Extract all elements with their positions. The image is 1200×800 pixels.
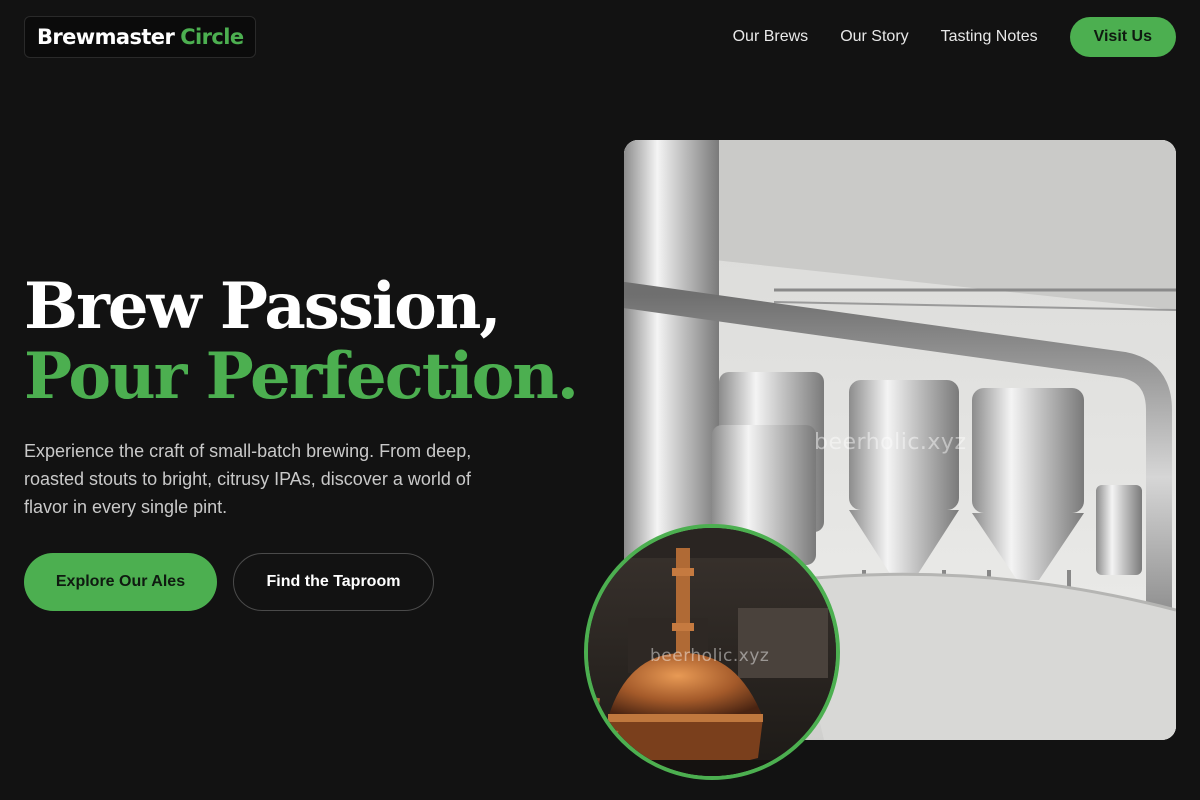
landing-page: Brewmaster Circle Our Brews Our Story Ta… — [0, 0, 1200, 800]
hero-title-line2: Pour Perfection. — [24, 339, 579, 414]
nav-link-our-brews[interactable]: Our Brews — [733, 28, 809, 46]
explore-ales-button[interactable]: Explore Our Ales — [24, 553, 217, 611]
nav-link-our-story[interactable]: Our Story — [840, 28, 908, 46]
visit-us-button[interactable]: Visit Us — [1069, 17, 1176, 57]
logo-accent-text: Circle — [180, 25, 244, 49]
nav-link-tasting-notes[interactable]: Tasting Notes — [941, 28, 1038, 46]
copper-kettle-image: beerholic.xyz — [584, 524, 840, 780]
main-nav: Our Brews Our Story Tasting Notes Visit … — [733, 17, 1176, 57]
find-taproom-button[interactable]: Find the Taproom — [233, 553, 434, 611]
copper-kettle-illustration — [588, 528, 836, 776]
hero-description: Experience the craft of small-batch brew… — [24, 441, 472, 517]
hero-title: Brew Passion, Pour Perfection. — [24, 269, 579, 414]
hero-title-line1: Brew Passion, — [24, 269, 502, 344]
brand-logo[interactable]: Brewmaster Circle — [24, 16, 257, 58]
logo-primary-text: Brewmaster — [37, 25, 175, 49]
